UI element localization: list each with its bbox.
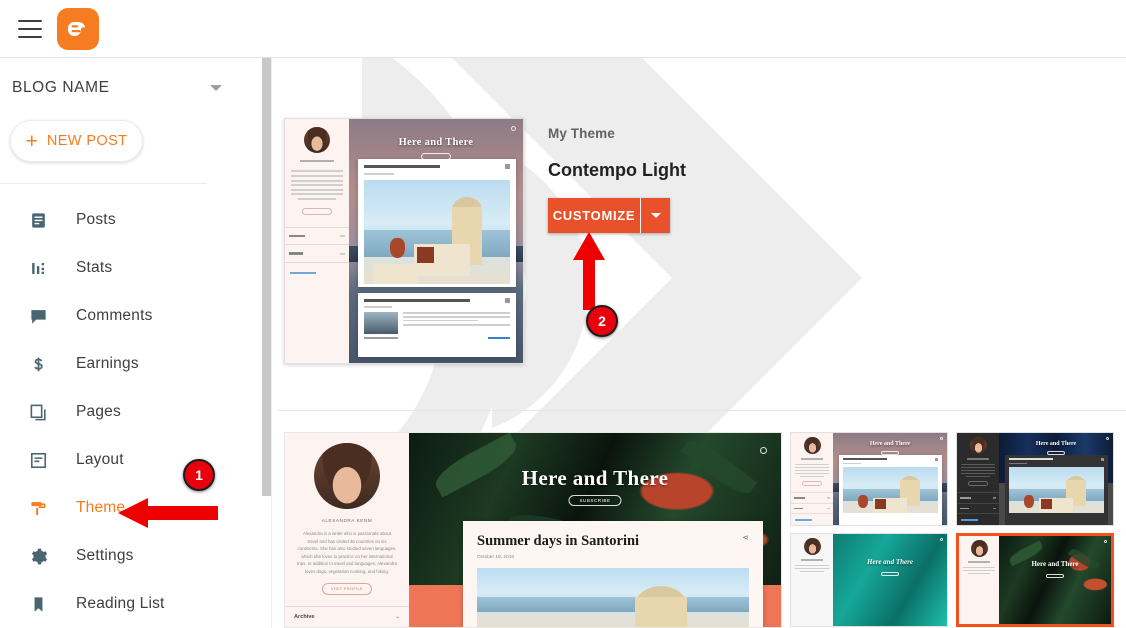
visit-profile-button[interactable]: VISIT PROFILE xyxy=(322,583,372,596)
preview-post-date: October 18, 2016 xyxy=(477,555,515,560)
plus-icon: + xyxy=(25,129,38,153)
chevron-down-icon[interactable] xyxy=(210,85,222,91)
preview-author-bio: Alexandra is a writer who is passionate … xyxy=(297,531,397,574)
blogger-theme-page: BLOG NAME + NEW POST Posts Stats Comment… xyxy=(0,0,1126,628)
new-post-label: NEW POST xyxy=(46,133,128,149)
annotation-arrow-theme xyxy=(118,498,218,528)
my-theme-label: My Theme xyxy=(548,126,615,141)
top-bar xyxy=(0,0,1126,58)
sidebar-item-label: Reading List xyxy=(76,595,165,612)
sidebar-item-label: Pages xyxy=(76,403,121,420)
preview-widget-archive[interactable]: Archive xyxy=(294,614,315,620)
sidebar-nav: Posts Stats Comments Earnings Pages Layo… xyxy=(0,196,262,628)
bookmark-icon xyxy=(26,592,50,616)
hamburger-menu-icon[interactable] xyxy=(18,19,42,38)
blog-name-label: BLOG NAME xyxy=(12,79,110,96)
theme-info: My Theme Contempo Light CUSTOMIZE xyxy=(548,126,686,233)
paint-roller-icon xyxy=(26,496,50,520)
theme-thumbnail-grid: Here and There Here and There Here and T… xyxy=(790,432,1126,628)
subscribe-button[interactable]: SUBSCRIBE xyxy=(568,495,622,506)
current-theme-thumbnail[interactable]: Here and There xyxy=(284,118,524,364)
sidebar-item-layout[interactable]: Layout xyxy=(0,436,262,484)
preview-post-title: Summer days in Santorini xyxy=(477,533,640,549)
sidebar-item-reading-list[interactable]: Reading List xyxy=(0,580,262,628)
theme-title: Contempo Light xyxy=(548,160,686,180)
scrollbar-thumb[interactable] xyxy=(262,58,271,496)
bar-chart-icon xyxy=(26,256,50,280)
sidebar-item-earnings[interactable]: Earnings xyxy=(0,340,262,388)
annotation-badge-1: 1 xyxy=(183,459,215,491)
gear-icon xyxy=(26,544,50,568)
dollar-icon xyxy=(26,352,50,376)
share-icon[interactable]: ⋖ xyxy=(742,533,749,542)
preview-author-name: ALEXANDRA KENM xyxy=(321,518,373,523)
theme-thumbnail-contempo-teal[interactable]: Here and There xyxy=(790,533,948,627)
sidebar-item-settings[interactable]: Settings xyxy=(0,532,262,580)
sidebar-item-label: Earnings xyxy=(76,355,139,372)
theme-thumbnail-contempo-dark[interactable]: Here and There xyxy=(956,432,1114,526)
pages-icon xyxy=(26,400,50,424)
new-post-button[interactable]: + NEW POST xyxy=(10,120,143,162)
blog-selector[interactable]: BLOG NAME xyxy=(0,58,262,118)
theme-thumbnail-contempo-tropical[interactable]: Here and There xyxy=(956,533,1114,627)
sidebar: BLOG NAME + NEW POST Posts Stats Comment… xyxy=(0,58,262,628)
chevron-down-icon: ⌄ xyxy=(395,614,400,621)
document-icon xyxy=(26,208,50,232)
sidebar-item-label: Posts xyxy=(76,211,116,228)
annotation-arrow-customize xyxy=(573,232,605,310)
section-divider xyxy=(278,410,1126,411)
sidebar-item-label: Settings xyxy=(76,547,134,564)
sidebar-item-label: Layout xyxy=(76,451,124,468)
sidebar-item-label: Stats xyxy=(76,259,113,276)
sidebar-item-comments[interactable]: Comments xyxy=(0,292,262,340)
chevron-down-icon xyxy=(650,213,661,218)
sidebar-item-stats[interactable]: Stats xyxy=(0,244,262,292)
sidebar-item-label: Comments xyxy=(76,307,153,324)
search-icon[interactable] xyxy=(760,447,767,454)
theme-thumbnail-contempo-light[interactable]: Here and There xyxy=(790,432,948,526)
sidebar-item-pages[interactable]: Pages xyxy=(0,388,262,436)
main-content: Here and There My Theme Contempo Light C… xyxy=(272,58,1126,628)
preview-site-title: Here and There xyxy=(521,466,669,490)
sidebar-scrollbar[interactable] xyxy=(262,58,271,628)
comment-icon xyxy=(26,304,50,328)
layout-icon xyxy=(26,448,50,472)
my-theme-section: Here and There My Theme Contempo Light C… xyxy=(272,58,1126,410)
sidebar-divider xyxy=(0,183,207,184)
customize-dropdown-button[interactable] xyxy=(641,198,670,233)
sidebar-edge xyxy=(271,58,272,628)
annotation-badge-2: 2 xyxy=(586,305,618,337)
customize-button-group: CUSTOMIZE xyxy=(548,198,670,233)
theme-gallery: ALEXANDRA KENM Alexandra is a writer who… xyxy=(272,432,1126,628)
customize-button[interactable]: CUSTOMIZE xyxy=(548,198,640,233)
blogger-logo-icon[interactable] xyxy=(57,7,99,50)
theme-preview-large[interactable]: ALEXANDRA KENM Alexandra is a writer who… xyxy=(284,432,782,628)
sidebar-item-posts[interactable]: Posts xyxy=(0,196,262,244)
